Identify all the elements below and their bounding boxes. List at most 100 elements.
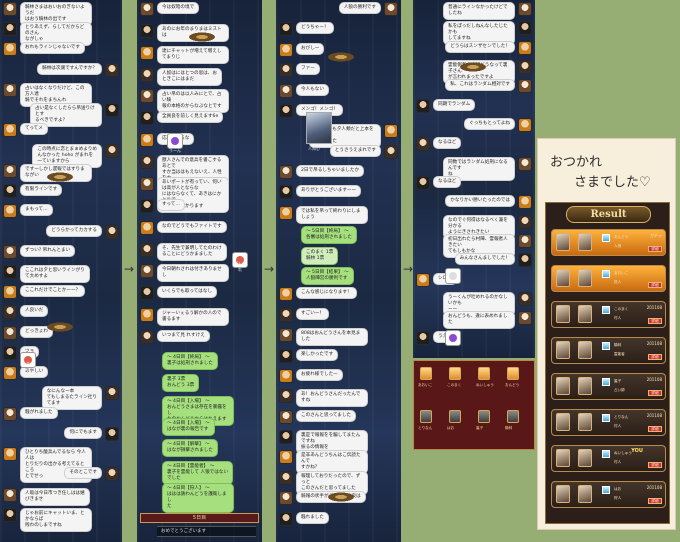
avatar[interactable]: [105, 62, 119, 77]
avatar[interactable]: [279, 103, 293, 118]
avatar[interactable]: [279, 185, 293, 200]
avatar[interactable]: [140, 220, 154, 235]
result-row[interactable]: はお 狩人 201108 詳細: [551, 481, 666, 508]
chat-strip-3[interactable]: 人狼の勝利ですどうちゃー！おびしーファー今人もないメンゴ！メンゴ！人んどうも夕人…: [276, 0, 401, 542]
avatar[interactable]: [3, 305, 17, 320]
avatar[interactable]: [140, 176, 154, 191]
avatar[interactable]: [416, 176, 430, 190]
avatar[interactable]: [140, 133, 154, 148]
avatar[interactable]: [3, 345, 17, 360]
avatar[interactable]: [140, 67, 154, 82]
detail-badge-button[interactable]: 詳細: [648, 390, 662, 396]
avatar[interactable]: [3, 285, 17, 300]
avatar[interactable]: [416, 330, 430, 345]
avatar[interactable]: [416, 272, 430, 287]
result-player-card[interactable]: [449, 410, 461, 423]
avatar[interactable]: [518, 311, 532, 326]
avatar[interactable]: [105, 386, 119, 401]
result-player-card[interactable]: [420, 367, 432, 380]
avatar[interactable]: [3, 487, 17, 502]
chat-strip-2[interactable]: 今は奴暗の境で あのにお年のまりまはミストは 達にチャットが増えて増えしてまりじ 人奴…: [137, 0, 262, 542]
chat-strip-4[interactable]: 普通にラインなかったけどでしたね 私をぽっだしねんなしたじたかも してますね どうら…: [413, 0, 535, 358]
avatar[interactable]: [416, 137, 430, 152]
avatar[interactable]: [105, 224, 119, 239]
avatar[interactable]: [3, 42, 17, 57]
avatar[interactable]: [3, 204, 17, 219]
result-player-card[interactable]: [478, 367, 490, 380]
result-row[interactable]: ねいしゅう 村人 詳細 YOU: [551, 445, 666, 472]
result-row[interactable]: 騎林 霊能者 201108 詳細: [551, 337, 666, 364]
result-player-card[interactable]: [507, 367, 519, 380]
avatar[interactable]: [140, 264, 154, 279]
avatar[interactable]: [140, 286, 154, 301]
detail-badge-button[interactable]: 詳細: [648, 318, 662, 324]
avatar[interactable]: [518, 234, 532, 248]
avatar[interactable]: [518, 156, 532, 171]
avatar[interactable]: [140, 198, 154, 213]
avatar[interactable]: [518, 253, 532, 268]
avatar[interactable]: [140, 89, 154, 104]
avatar[interactable]: [279, 430, 293, 445]
avatar[interactable]: [279, 307, 293, 322]
avatar[interactable]: [279, 83, 293, 98]
avatar[interactable]: [416, 98, 430, 113]
avatar[interactable]: [3, 82, 17, 97]
avatar[interactable]: [140, 111, 154, 126]
avatar[interactable]: [279, 491, 293, 506]
avatar[interactable]: [3, 163, 17, 178]
avatar[interactable]: [518, 79, 532, 94]
avatar[interactable]: [518, 21, 532, 36]
avatar[interactable]: [279, 63, 293, 78]
avatar[interactable]: [3, 2, 17, 16]
avatar[interactable]: [140, 330, 154, 345]
avatar[interactable]: [518, 195, 532, 210]
avatar[interactable]: [3, 366, 17, 381]
result-player-card[interactable]: [507, 410, 519, 423]
avatar[interactable]: [3, 447, 17, 462]
result-player-card[interactable]: [420, 410, 432, 423]
avatar[interactable]: [518, 292, 532, 306]
avatar[interactable]: [279, 368, 293, 383]
avatar[interactable]: [3, 406, 17, 421]
avatar[interactable]: [279, 389, 293, 404]
avatar[interactable]: [384, 144, 398, 159]
avatar[interactable]: [140, 23, 154, 38]
avatar[interactable]: [140, 45, 154, 60]
avatar[interactable]: [3, 22, 17, 37]
avatar[interactable]: [279, 328, 293, 343]
avatar[interactable]: [140, 155, 154, 170]
avatar[interactable]: [3, 325, 17, 340]
avatar[interactable]: [140, 242, 154, 257]
avatar[interactable]: [3, 184, 17, 199]
chat-strip-1[interactable]: 騎林さまはおいおのぎないようだ はおう騎林の出です とりあえず、らしてだからどのさ…: [0, 0, 122, 542]
avatar[interactable]: [105, 426, 119, 441]
detail-badge-button[interactable]: 詳細: [648, 354, 662, 360]
avatar[interactable]: [518, 118, 532, 132]
avatar[interactable]: [518, 214, 532, 229]
detail-badge-button[interactable]: 詳細: [648, 462, 662, 468]
detail-badge-button[interactable]: 詳細: [648, 498, 662, 504]
avatar[interactable]: [3, 123, 17, 138]
avatar[interactable]: [3, 265, 17, 279]
result-row[interactable]: おんどう 人狼 ガチャ 詳細: [551, 229, 666, 256]
avatar[interactable]: [384, 2, 398, 16]
avatar[interactable]: [279, 42, 293, 57]
avatar[interactable]: [279, 470, 293, 485]
avatar[interactable]: [279, 287, 293, 302]
avatar[interactable]: [105, 143, 119, 158]
avatar[interactable]: [105, 467, 119, 482]
avatar[interactable]: [279, 205, 293, 220]
avatar[interactable]: [279, 450, 293, 465]
avatar[interactable]: [140, 308, 154, 323]
result-row[interactable]: あおいこ 狂人 詳細: [551, 265, 666, 292]
avatar[interactable]: [279, 165, 293, 180]
detail-badge-button[interactable]: 詳細: [648, 246, 662, 252]
result-player-card[interactable]: [449, 367, 461, 380]
avatar[interactable]: [279, 511, 293, 526]
avatar[interactable]: [3, 244, 17, 259]
detail-badge-button[interactable]: 詳細: [648, 282, 662, 288]
avatar[interactable]: [140, 2, 154, 16]
avatar[interactable]: [279, 409, 293, 424]
avatar[interactable]: [105, 103, 119, 118]
avatar[interactable]: [279, 22, 293, 37]
